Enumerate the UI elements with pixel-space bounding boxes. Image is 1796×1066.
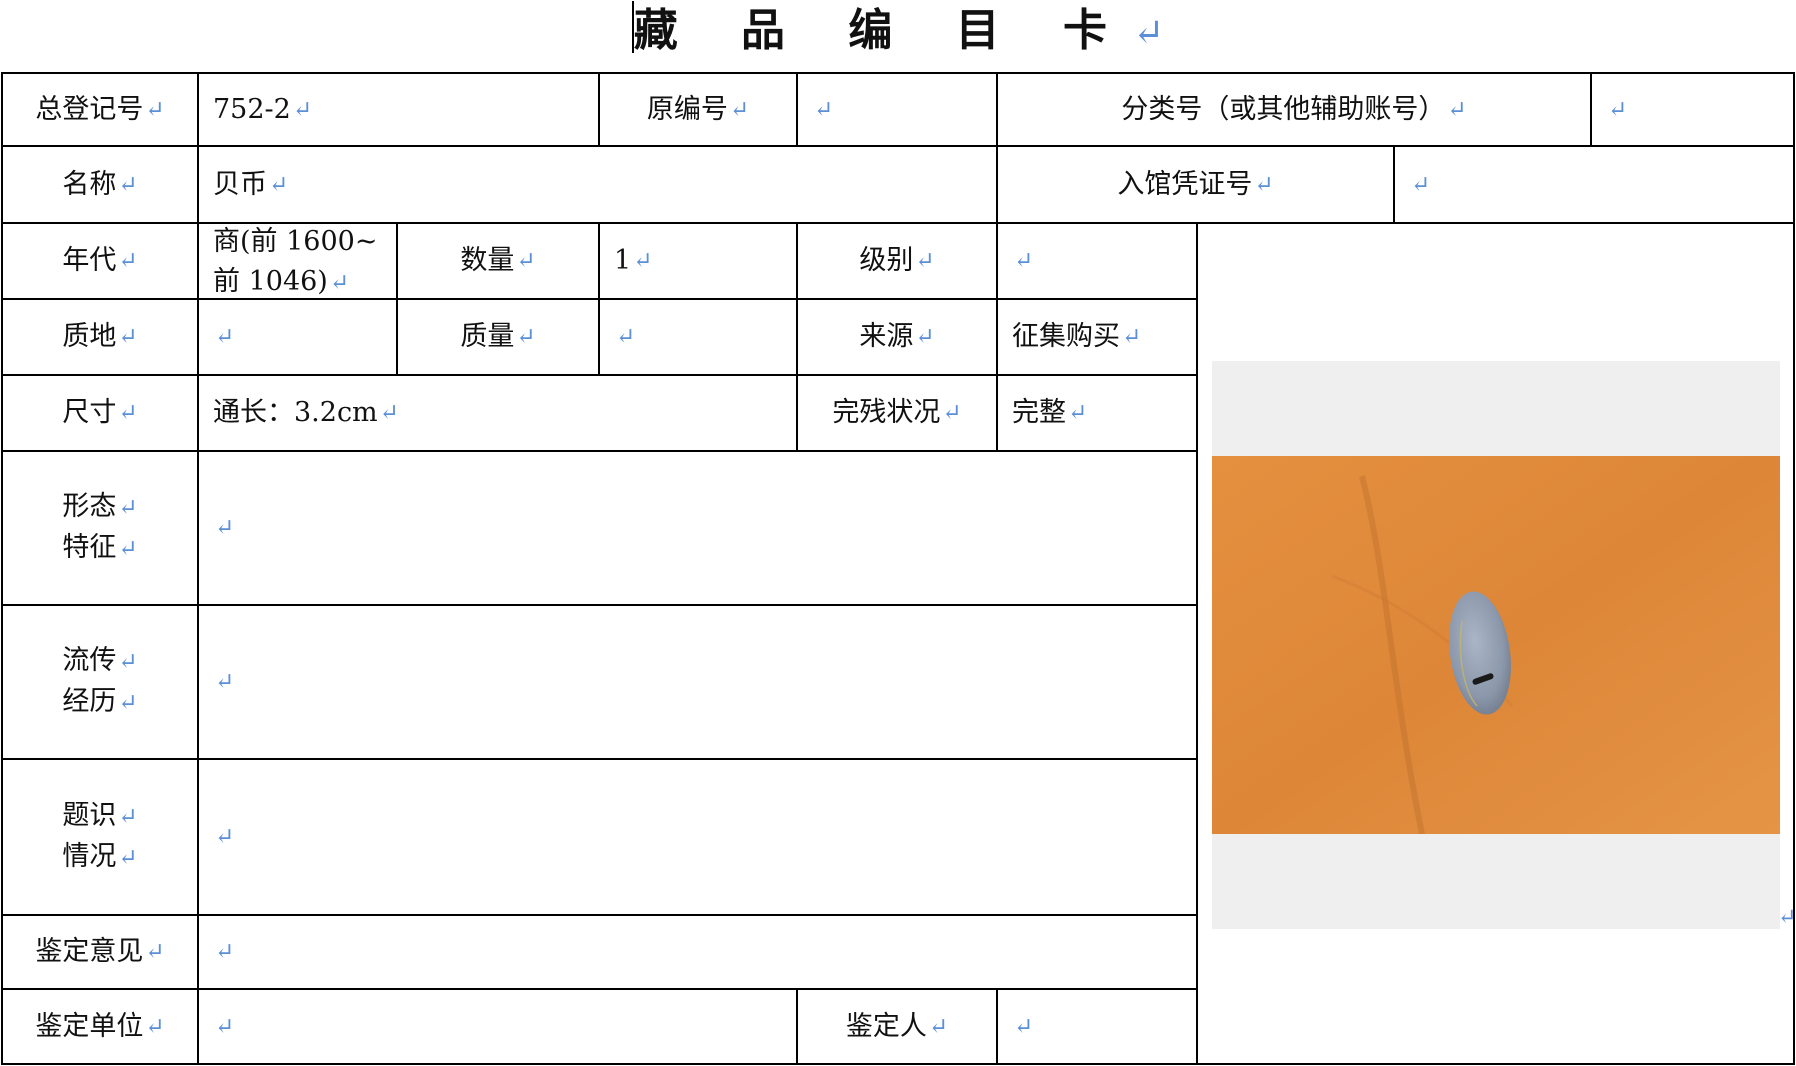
value-appraisal-opinion[interactable]: ↵	[199, 916, 1196, 988]
value-classification-no[interactable]: ↵	[1592, 74, 1793, 145]
return-mark-icon: ↵	[942, 400, 962, 426]
return-mark-icon: ↵	[1132, 10, 1165, 54]
value-name[interactable]: 贝币 ↵	[199, 147, 996, 222]
value-dimensions[interactable]: 通长：3.2cm ↵	[199, 376, 796, 450]
label-provenance: 流传↵ 经历↵	[62, 645, 138, 717]
card-title-text: 藏 品 编 目 卡	[633, 5, 1131, 56]
return-mark-icon: ↵	[118, 536, 138, 562]
return-mark-icon: ↵	[633, 248, 653, 274]
value-material[interactable]: ↵	[199, 300, 396, 374]
return-mark-icon: ↵	[616, 324, 636, 350]
return-mark-icon: ↵	[215, 824, 235, 850]
value-appraiser[interactable]: ↵	[998, 990, 1196, 1063]
return-mark-icon: ↵	[1014, 1013, 1034, 1040]
label-mass: 质量 ↵	[398, 300, 598, 374]
return-mark-icon: ↵	[915, 324, 935, 350]
return-mark-icon: ↵	[1014, 248, 1034, 274]
return-mark-icon: ↵	[215, 1013, 235, 1040]
label-inscription: 题识↵ 情况↵	[62, 800, 138, 872]
value-registration-no[interactable]: 752-2 ↵	[199, 74, 598, 145]
return-mark-icon: ↵	[729, 96, 750, 123]
return-mark-icon: ↵	[1778, 905, 1796, 930]
return-mark-icon: ↵	[145, 1013, 165, 1040]
return-mark-icon: ↵	[215, 669, 235, 695]
label-grade: 级别 ↵	[798, 224, 996, 298]
value-entry-voucher-no[interactable]: ↵	[1395, 147, 1793, 222]
return-mark-icon: ↵	[379, 400, 399, 426]
return-mark-icon: ↵	[145, 939, 165, 965]
value-appraisal-unit[interactable]: ↵	[199, 990, 796, 1063]
return-mark-icon: ↵	[118, 171, 138, 198]
return-mark-icon: ↵	[814, 96, 834, 123]
return-mark-icon: ↵	[215, 939, 235, 965]
return-mark-icon: ↵	[215, 324, 235, 350]
label-material: 质地 ↵	[3, 300, 197, 374]
return-mark-icon: ↵	[145, 96, 165, 123]
value-provenance[interactable]: ↵	[199, 606, 1196, 758]
return-mark-icon: ↵	[915, 248, 935, 274]
label-registration-no: 总登记号 ↵	[3, 74, 197, 145]
artifact-photo[interactable]	[1212, 456, 1780, 834]
return-mark-icon: ↵	[118, 324, 138, 350]
return-mark-icon: ↵	[118, 649, 138, 675]
label-form-features: 形态↵ 特征↵	[62, 491, 138, 563]
label-entry-voucher-no: 入馆凭证号 ↵	[998, 147, 1393, 222]
label-appraisal-unit: 鉴定单位 ↵	[3, 990, 197, 1063]
value-form-features[interactable]: ↵	[199, 452, 1196, 604]
label-name: 名称 ↵	[3, 147, 197, 222]
value-grade[interactable]: ↵	[998, 224, 1196, 298]
cowrie-shell-image	[1212, 456, 1780, 834]
return-mark-icon: ↵	[1411, 171, 1431, 198]
return-mark-icon: ↵	[1122, 324, 1142, 350]
label-era: 年代 ↵	[3, 224, 197, 298]
label-appraiser: 鉴定人 ↵	[798, 990, 996, 1063]
value-source[interactable]: 征集购买 ↵	[998, 300, 1196, 374]
return-mark-icon: ↵	[118, 804, 138, 830]
return-mark-icon: ↵	[118, 690, 138, 716]
value-inscription[interactable]: ↵	[199, 760, 1196, 914]
return-mark-icon: ↵	[118, 248, 138, 274]
value-quantity[interactable]: 1 ↵	[600, 224, 796, 298]
return-mark-icon: ↵	[118, 845, 138, 871]
return-mark-icon: ↵	[1447, 96, 1467, 123]
return-mark-icon: ↵	[269, 171, 289, 198]
return-mark-icon: ↵	[516, 248, 536, 274]
return-mark-icon: ↵	[215, 515, 235, 541]
return-mark-icon: ↵	[1068, 400, 1088, 426]
label-original-no: 原编号 ↵	[600, 74, 796, 145]
return-mark-icon: ↵	[118, 495, 138, 521]
label-appraisal-opinion: 鉴定意见 ↵	[3, 916, 197, 988]
label-condition: 完残状况 ↵	[798, 376, 996, 450]
era-line-1: 商(前 1600~	[213, 226, 378, 257]
return-mark-icon: ↵	[516, 324, 536, 350]
label-quantity: 数量 ↵	[398, 224, 598, 298]
return-mark-icon: ↵	[928, 1013, 949, 1040]
label-dimensions: 尺寸 ↵	[3, 376, 197, 450]
return-mark-icon: ↵	[1608, 96, 1628, 123]
return-mark-icon: ↵	[118, 400, 138, 426]
label-source: 来源 ↵	[798, 300, 996, 374]
value-condition[interactable]: 完整 ↵	[998, 376, 1196, 450]
return-mark-icon: ↵	[1254, 171, 1274, 198]
card-title: 藏 品 编 目 卡↵	[0, 0, 1796, 63]
return-mark-icon: ↵	[329, 270, 350, 296]
value-era[interactable]: 商(前 1600~ 前 1046)↵	[199, 224, 396, 298]
label-classification-no: 分类号（或其他辅助账号） ↵	[998, 74, 1590, 145]
value-original-no[interactable]: ↵	[798, 74, 996, 145]
return-mark-icon: ↵	[292, 96, 313, 123]
value-mass[interactable]: ↵	[600, 300, 796, 374]
era-line-2: 前 1046)↵	[213, 266, 350, 297]
